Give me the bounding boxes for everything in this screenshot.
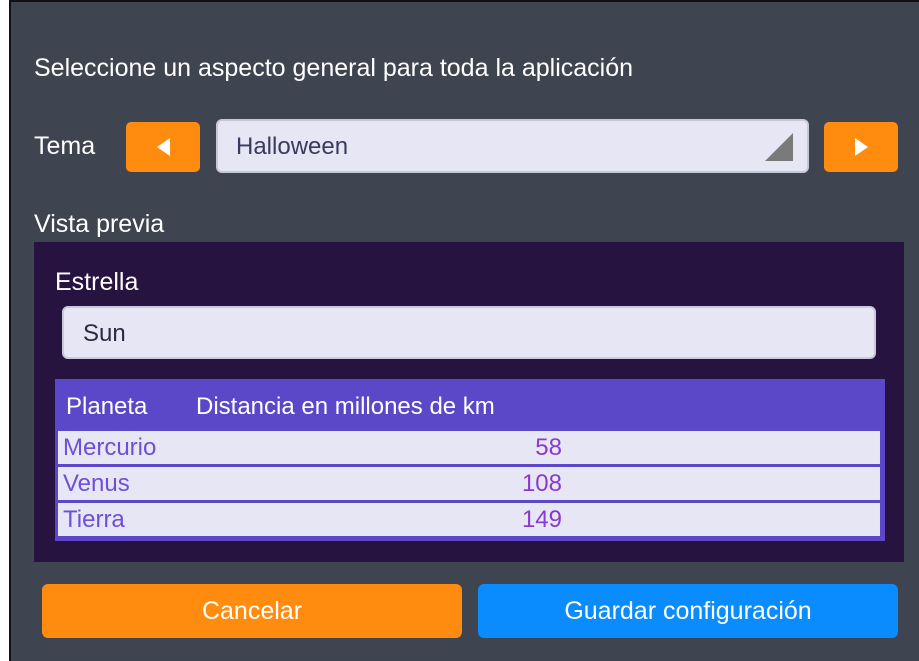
planet-table: Planeta Distancia en millones de km Merc… [55, 379, 885, 541]
dialog-headline: Seleccione un aspecto general para toda … [34, 54, 634, 82]
preview-label: Vista previa [34, 210, 165, 238]
previous-theme-button[interactable] [126, 122, 200, 172]
dropdown-corner-icon [765, 133, 793, 161]
table-header: Planeta Distancia en millones de km [55, 379, 885, 429]
arrow-right-icon [854, 138, 868, 156]
preview-panel: Estrella Sun Planeta Distancia en millon… [34, 242, 904, 562]
theme-select[interactable]: Halloween [216, 119, 809, 173]
distance-cell: 108 [521, 470, 562, 497]
save-settings-button[interactable]: Guardar configuración [478, 584, 898, 638]
theme-select-value: Halloween [236, 133, 349, 160]
arrow-left-icon [156, 138, 170, 156]
planet-cell: Mercurio [63, 434, 157, 461]
star-field-value: Sun [83, 320, 126, 347]
table-row[interactable]: Tierra 149 [58, 503, 880, 536]
table-row[interactable]: Mercurio 58 [58, 431, 880, 464]
column-header-distance: Distancia en millones de km [196, 393, 495, 420]
planet-cell: Tierra [63, 506, 125, 533]
theme-label: Tema [34, 132, 96, 160]
table-row[interactable]: Venus 108 [58, 467, 880, 500]
column-header-planet: Planeta [66, 393, 148, 420]
star-label: Estrella [55, 268, 139, 296]
distance-cell: 149 [521, 506, 562, 533]
star-field[interactable]: Sun [62, 306, 876, 359]
next-theme-button[interactable] [824, 122, 898, 172]
planet-cell: Venus [63, 470, 130, 497]
cancel-button[interactable]: Cancelar [42, 584, 462, 638]
theme-settings-dialog: Seleccione un aspecto general para toda … [9, 0, 919, 661]
distance-cell: 58 [535, 434, 562, 461]
